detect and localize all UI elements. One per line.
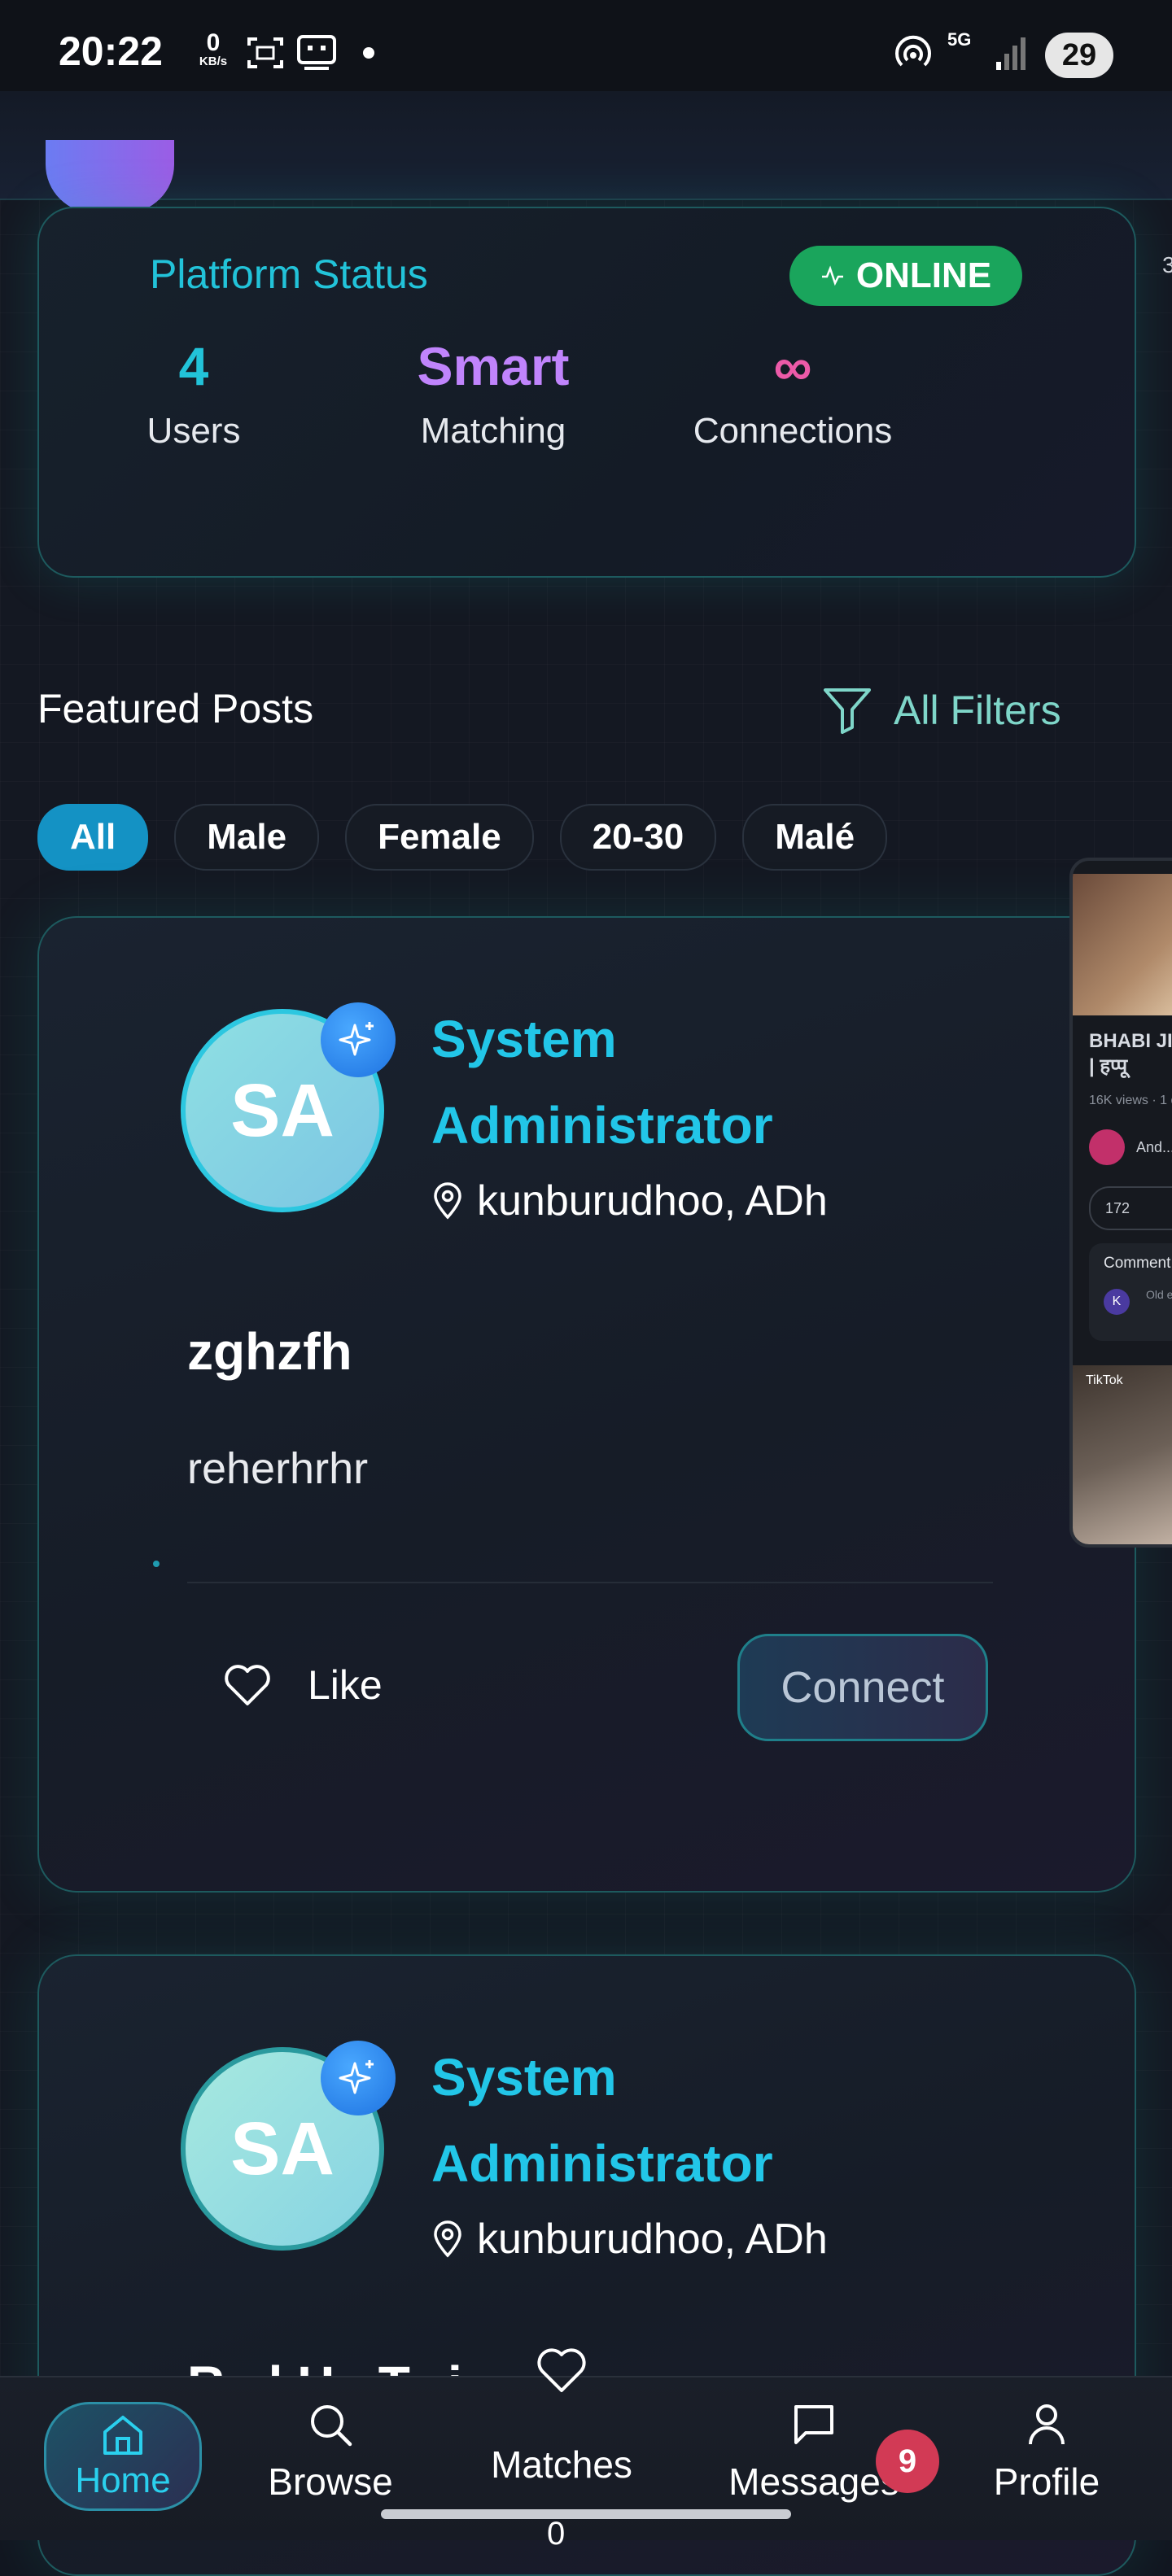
platform-status-title: Platform Status <box>150 251 428 297</box>
decorative-dot <box>153 1561 160 1567</box>
nav-browse-label: Browse <box>268 2460 393 2503</box>
messages-badge: 9 <box>876 2430 939 2493</box>
home-icon <box>103 2416 142 2455</box>
signal-icon <box>996 37 1026 70</box>
status-bar: 20:22 0 KB/s 5G 29 <box>0 0 1172 91</box>
post-title: zghzfh <box>187 1322 352 1381</box>
stat-matching-value: Smart <box>417 336 570 396</box>
video-comments[interactable]: Comment K Old e... CLAS... <box>1089 1243 1172 1341</box>
side-peek-text: 3 <box>1162 252 1172 277</box>
status-time: 20:22 <box>59 28 163 74</box>
comment-text: Old e... CLAS... <box>1146 1288 1172 1301</box>
chip-all[interactable]: All <box>37 804 149 871</box>
notification-dot <box>363 47 374 59</box>
channel-name: And... <box>1136 1138 1172 1155</box>
filter-chips: All Male Female 20-30 Malé <box>37 804 888 871</box>
location-text: kunburudhoo, ADh <box>477 2216 828 2263</box>
header-logo[interactable] <box>46 140 174 213</box>
comments-title: Comment <box>1104 1255 1171 1272</box>
video-channel: And... <box>1089 1129 1172 1165</box>
floating-video-preview[interactable]: BHABI JI HAI | हप्पू 16K views · 1 d And… <box>1069 858 1172 1548</box>
tiktok-label: TikTok <box>1086 1373 1123 1387</box>
like-label: Like <box>308 1662 383 1708</box>
author-location: kunburudhoo, ADh <box>431 2215 828 2264</box>
battery-indicator: 29 <box>1045 33 1113 78</box>
nav-matches-label: Matches <box>491 2443 632 2486</box>
stat-users: 4 Users <box>63 338 324 452</box>
matches-heart-icon[interactable] <box>537 2347 586 2394</box>
screenshot-icon <box>247 37 283 68</box>
platform-status-card: Platform Status ONLINE 4 Users Smart Mat… <box>37 207 1136 578</box>
location-pin-icon <box>434 2220 461 2258</box>
stat-matching: Smart Matching <box>363 338 623 452</box>
heart-icon <box>225 1665 270 1705</box>
chip-female[interactable]: Female <box>345 804 534 871</box>
video-title: BHABI JI HAI | हप्पू <box>1089 1030 1172 1078</box>
channel-avatar <box>1089 1129 1125 1165</box>
post-divider <box>187 1582 993 1583</box>
sparkle-icon <box>321 1002 396 1077</box>
user-icon <box>1029 2404 1065 2445</box>
bot-icon <box>297 35 336 70</box>
author-location: kunburudhoo, ADh <box>431 1177 828 1225</box>
online-label: ONLINE <box>855 255 992 295</box>
stat-users-value: 4 <box>178 336 209 396</box>
nav-matches[interactable]: Matches <box>472 2434 651 2486</box>
matches-count: 0 <box>547 2516 566 2552</box>
activity-icon <box>821 265 843 286</box>
like-button[interactable]: Like <box>223 1661 383 1709</box>
search-icon <box>311 2405 352 2447</box>
stat-connections-value: ∞ <box>773 336 812 396</box>
all-filters-label: All Filters <box>894 688 1061 733</box>
message-icon <box>794 2405 833 2444</box>
nav-home[interactable]: Home <box>44 2402 202 2511</box>
chip-male[interactable]: Male <box>174 804 320 871</box>
net-speed-unit: KB/s <box>199 55 228 68</box>
stat-matching-label: Matching <box>420 411 566 452</box>
network-type: 5G <box>947 29 972 50</box>
featured-posts-title: Featured Posts <box>37 686 314 731</box>
sparkle-icon <box>321 2041 396 2115</box>
post-card[interactable]: SA System Administrator kunburudhoo, ADh… <box>37 916 1136 1893</box>
nav-profile-label: Profile <box>993 2460 1100 2503</box>
online-badge: ONLINE <box>789 246 1022 306</box>
home-indicator <box>381 2509 791 2519</box>
stat-users-label: Users <box>146 411 241 452</box>
author-name[interactable]: System Administrator <box>431 996 920 1168</box>
net-speed-value: 0 <box>206 29 221 56</box>
nav-home-label: Home <box>75 2460 171 2500</box>
comment-avatar: K <box>1104 1289 1130 1315</box>
stat-connections-label: Connections <box>693 411 893 452</box>
nav-profile[interactable]: Profile <box>982 2402 1112 2504</box>
video-likes[interactable]: 172 <box>1089 1186 1172 1230</box>
video-meta: 16K views · 1 d <box>1089 1094 1172 1107</box>
stat-connections: ∞ Connections <box>663 338 923 452</box>
hotspot-icon <box>895 35 931 67</box>
nav-browse[interactable]: Browse <box>257 2402 404 2504</box>
chip-age-20-30[interactable]: 20-30 <box>559 804 717 871</box>
author-name[interactable]: System Administrator <box>431 2034 920 2207</box>
post-body: reherhrhr <box>187 1444 369 1493</box>
net-speed: 0 KB/s <box>192 31 234 68</box>
video-thumbnail <box>1073 874 1172 1015</box>
filter-icon <box>824 688 871 734</box>
connect-button[interactable]: Connect <box>737 1634 988 1741</box>
location-pin-icon <box>434 1182 461 1220</box>
chip-male-location[interactable]: Malé <box>742 804 888 871</box>
all-filters-button[interactable]: All Filters <box>822 683 1061 737</box>
app-header <box>0 91 1172 213</box>
video-thumbnail-secondary <box>1073 1365 1172 1544</box>
location-text: kunburudhoo, ADh <box>477 1177 828 1225</box>
